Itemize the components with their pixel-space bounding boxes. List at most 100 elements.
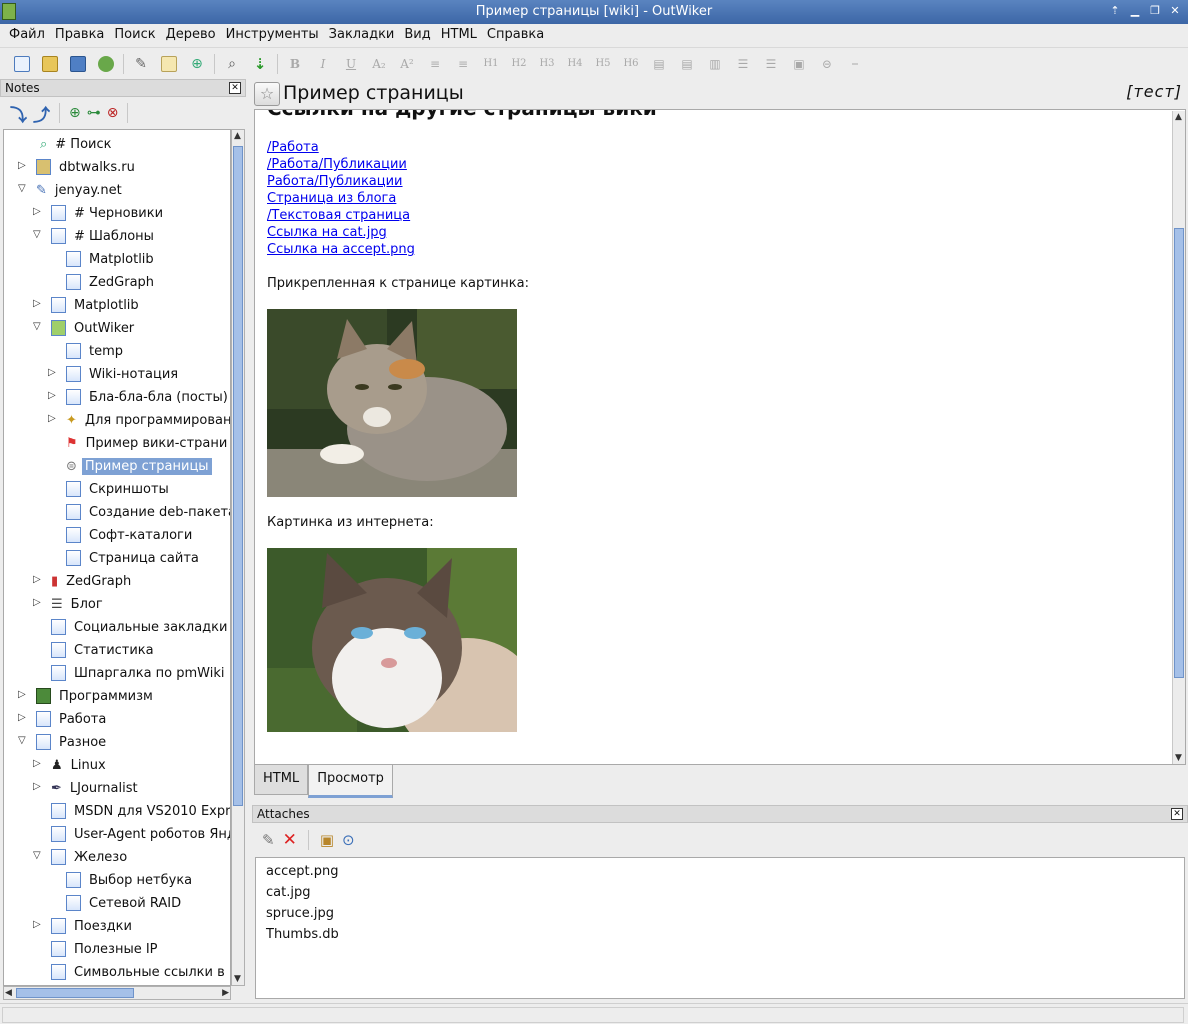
expand-arrow-icon[interactable]: ▷ [33,598,43,608]
attach-file-icon[interactable]: ✎ [262,831,275,849]
tree-item[interactable]: Разное [36,731,109,753]
menu-tools[interactable]: Инструменты [221,24,324,46]
italic-button[interactable]: I [309,52,337,76]
close-window-button[interactable]: ✕ [1168,3,1182,19]
h4-button[interactable]: H4 [561,52,589,76]
scroll-down-arrow-icon[interactable]: ▼ [234,974,241,984]
h6-button[interactable]: H6 [617,52,645,76]
wiki-link[interactable]: /Текстовая страница [267,208,410,223]
tree-item[interactable]: Wiki-нотация [66,363,181,385]
edit-page-button[interactable] [155,52,183,76]
menu-arrow-icon[interactable]: ⇡ [1108,3,1122,19]
move-up-icon[interactable]: ⤴ [33,101,50,126]
menu-bookmarks[interactable]: Закладки [324,24,400,46]
move-down-icon[interactable]: ⤵ [10,101,27,126]
tree-item[interactable]: ✦ Для программирован [66,409,230,431]
tree-item[interactable]: Полезные IP [51,938,161,960]
tree-item[interactable]: Создание deb-пакета [66,501,230,523]
expand-arrow-icon[interactable]: ▷ [33,299,43,309]
tree-item[interactable]: Железо [51,846,130,868]
attach-file-item[interactable]: accept.png [266,864,338,879]
menu-help[interactable]: Справка [482,24,549,46]
collapse-arrow-icon[interactable]: ▽ [33,230,43,240]
tree-item[interactable]: Сетевой RAID [66,892,184,914]
expand-arrow-icon[interactable]: ▷ [48,368,58,378]
find-button[interactable]: ⌕ [218,52,246,76]
link-icon[interactable]: ⊝ [813,52,841,76]
tree-item[interactable]: Статистика [51,639,157,661]
expand-arrow-icon[interactable]: ▷ [18,161,28,171]
global-search-button[interactable]: ⊕ [183,52,211,76]
expand-arrow-icon[interactable]: ▷ [18,690,28,700]
tree-item[interactable]: # Черновики [51,202,166,224]
attach-file-item[interactable]: Thumbs.db [266,927,339,942]
tree-item[interactable]: # Шаблоны [51,225,157,247]
tree-item[interactable]: Социальные закладки [51,616,230,638]
table-row-icon[interactable]: ▤ [673,52,701,76]
tree-item[interactable]: ⌕ # Поиск [40,133,114,155]
open-button[interactable] [36,52,64,76]
bullet-list-icon[interactable]: ☰ [729,52,757,76]
table-cell-icon[interactable]: ▥ [701,52,729,76]
h1-button[interactable]: H1 [477,52,505,76]
tree-item[interactable]: Скриншоты [66,478,172,500]
remove-page-icon[interactable]: ⊗ [107,105,119,121]
menu-html[interactable]: HTML [436,24,482,46]
tree-item[interactable]: OutWiker [51,317,137,339]
tree-item[interactable]: ZedGraph [66,271,157,293]
tree-item-selected[interactable]: ⊜ Пример страницы [66,455,212,477]
image-icon[interactable]: ▣ [785,52,813,76]
maximize-button[interactable]: ❐ [1148,3,1162,19]
tree-item[interactable]: Программизм [36,685,156,707]
tree-item[interactable]: Страница сайта [66,547,202,569]
collapse-arrow-icon[interactable]: ▽ [18,184,28,194]
expand-arrow-icon[interactable]: ▷ [33,575,43,585]
execute-icon[interactable]: ⊙ [342,831,355,849]
tree-item[interactable]: temp [66,340,126,362]
sort-button[interactable]: ⇣ [246,52,274,76]
tree-item[interactable]: Шпаргалка по pmWiki [51,662,228,684]
tab-preview[interactable]: Просмотр [308,765,393,798]
superscript-button[interactable]: A² [393,52,421,76]
attach-button[interactable]: ✎ [127,52,155,76]
menu-search[interactable]: Поиск [109,24,160,46]
collapse-arrow-icon[interactable]: ▽ [33,851,43,861]
tree-item[interactable]: dbtwalks.ru [36,156,138,178]
delete-attach-icon[interactable]: ✕ [283,830,297,850]
tree-item[interactable]: Бла-бла-бла (посты) [66,386,230,408]
h5-button[interactable]: H5 [589,52,617,76]
tree-item[interactable]: User-Agent роботов Янд [51,823,230,845]
expand-arrow-icon[interactable]: ▷ [33,920,43,930]
wiki-link[interactable]: /Работа [267,140,319,155]
attach-file-item[interactable]: cat.jpg [266,885,310,900]
tree-item[interactable]: Matplotlib [51,294,142,316]
table-icon[interactable]: ▤ [645,52,673,76]
scrollbar-thumb[interactable] [16,988,134,998]
content-vertical-scrollbar[interactable]: ▲ ▼ [1172,111,1185,764]
bold-button[interactable]: B [281,52,309,76]
expand-arrow-icon[interactable]: ▷ [33,207,43,217]
close-notes-button[interactable]: ✕ [229,82,241,94]
wiki-link[interactable]: Ссылка на cat.jpg [267,225,387,240]
tree-item[interactable]: ♟ Linux [51,754,109,776]
tree-vertical-scrollbar[interactable]: ▲ ▼ [231,129,245,986]
menu-file[interactable]: Файл [4,24,50,46]
tree-item[interactable]: ✒ LJournalist [51,777,141,799]
add-child-icon[interactable]: ⊶ [87,105,101,121]
tree-item[interactable]: Поездки [51,915,135,937]
menu-view[interactable]: Вид [399,24,435,46]
tree-item[interactable]: Выбор нетбука [66,869,195,891]
attach-file-item[interactable]: spruce.jpg [266,906,334,921]
scroll-right-arrow-icon[interactable]: ▶ [222,988,229,998]
save-button[interactable] [64,52,92,76]
numbered-list-icon[interactable]: ☰ [757,52,785,76]
tree-item[interactable]: Matplotlib [66,248,157,270]
h2-button[interactable]: H2 [505,52,533,76]
menu-edit[interactable]: Правка [50,24,109,46]
add-sibling-icon[interactable]: ⊕ [69,105,81,121]
tree-horizontal-scrollbar[interactable]: ◀ ▶ [3,986,231,1000]
wiki-link[interactable]: Страница из блога [267,191,396,206]
underline-button[interactable]: U [337,52,365,76]
wiki-link[interactable]: Работа/Публикации [267,174,403,189]
align-right-icon[interactable]: ≡ [449,52,477,76]
